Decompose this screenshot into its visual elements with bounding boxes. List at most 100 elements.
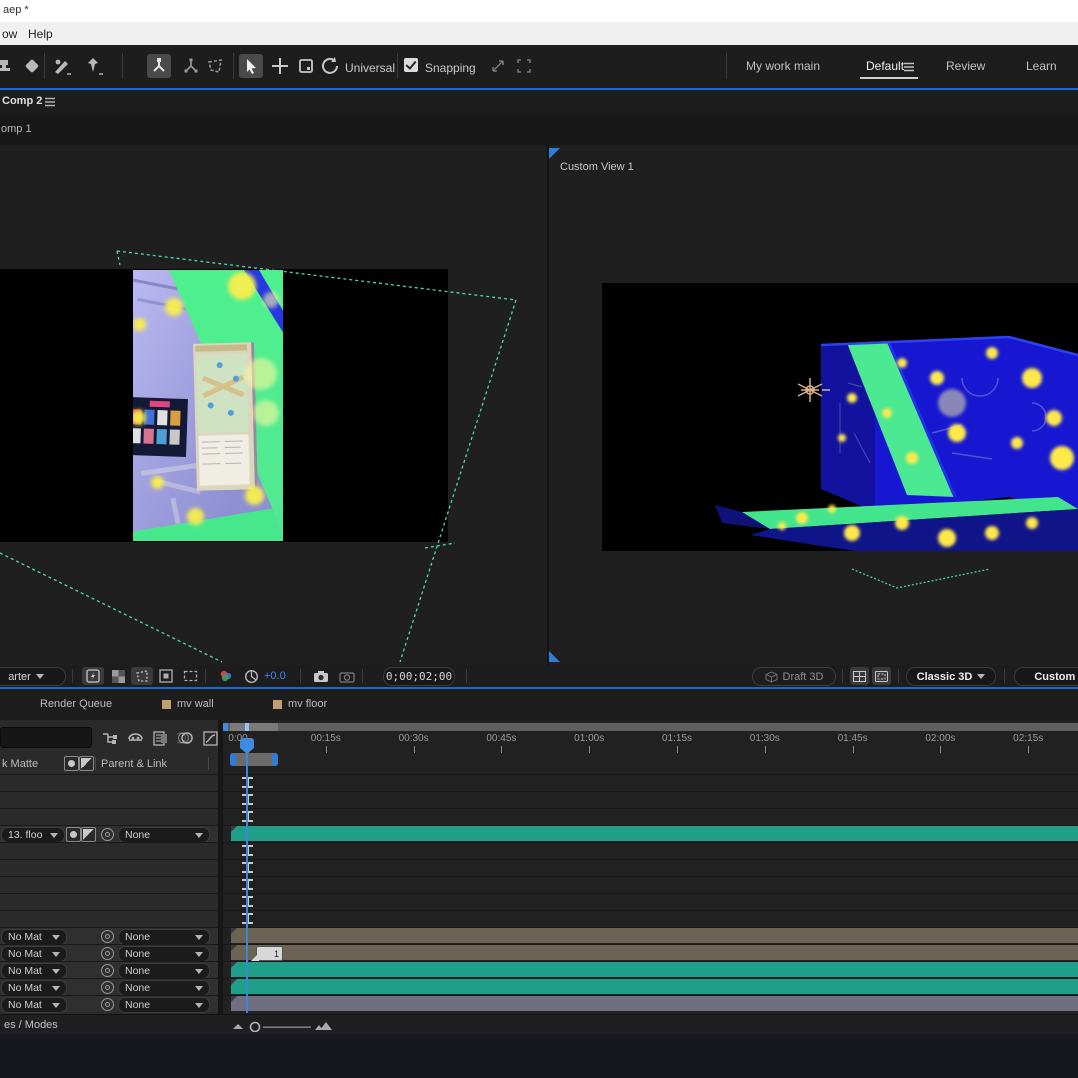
tab-mv-floor[interactable]: mv floor xyxy=(273,698,327,710)
alpha-matte-toggle-icon[interactable] xyxy=(64,756,79,771)
fast-previews-icon[interactable] xyxy=(82,667,104,685)
parent-dropdown[interactable]: None xyxy=(118,929,210,945)
parent-pickwhip-icon[interactable] xyxy=(101,930,114,943)
region-corners-icon[interactable] xyxy=(512,54,536,78)
track-matte-dropdown[interactable]: 13. floo xyxy=(1,827,65,843)
snapshot-camera-icon[interactable] xyxy=(310,667,332,685)
workspace-my-work-main[interactable]: My work main xyxy=(746,59,820,73)
snapping-label: Snapping xyxy=(425,61,476,75)
parent-pickwhip-icon[interactable] xyxy=(101,947,114,960)
view-layout-2up-icon[interactable] xyxy=(850,667,869,685)
parent-pickwhip-icon[interactable] xyxy=(101,998,114,1011)
track-matte-dropdown[interactable]: No Mat xyxy=(1,963,67,979)
renderer-dropdown[interactable]: Classic 3D xyxy=(906,667,996,686)
tab-comp-1[interactable]: omp 1 xyxy=(1,123,32,135)
ruler-label: 01:15s xyxy=(653,733,701,744)
tab-render-queue[interactable]: Render Queue xyxy=(40,698,112,710)
ruler-tick xyxy=(589,746,590,753)
comp-mini-flowchart-icon[interactable] xyxy=(100,730,118,746)
tab-mv-wall[interactable]: mv wall xyxy=(162,698,214,710)
track-matte-dropdown[interactable]: No Mat xyxy=(1,997,67,1013)
workspace-learn[interactable]: Learn xyxy=(1026,59,1057,73)
layer-marker-badge[interactable]: 1 xyxy=(256,946,283,961)
draft-3d-button[interactable]: Draft 3D xyxy=(752,667,836,686)
show-channel-icon[interactable] xyxy=(215,667,237,685)
show-snapshot-icon[interactable] xyxy=(336,667,358,685)
layer-duration-bar[interactable] xyxy=(231,996,1078,1011)
track-matte-dropdown[interactable]: No Mat xyxy=(1,929,67,945)
resolution-dropdown[interactable]: arter xyxy=(0,667,66,686)
layer-duration-bar[interactable] xyxy=(231,928,1078,943)
switches-modes-toggle[interactable]: es / Modes xyxy=(4,1019,58,1031)
snapping-checkbox[interactable] xyxy=(404,58,418,72)
zoom-arrows-icon[interactable] xyxy=(486,54,510,78)
roto-brush-tool-icon[interactable] xyxy=(50,54,74,78)
layer-duration-bar[interactable] xyxy=(231,945,1078,960)
alpha-matte-toggle-icon[interactable] xyxy=(66,827,81,842)
frame-blending-icon[interactable] xyxy=(151,730,169,746)
parent-pickwhip-icon[interactable] xyxy=(101,981,114,994)
timeline-zoom-slider[interactable] xyxy=(233,1021,333,1032)
poster-board xyxy=(133,397,188,457)
ruler-label: 02:15s xyxy=(1004,733,1052,744)
eraser-tool-icon[interactable] xyxy=(20,54,44,78)
parent-pickwhip-icon[interactable] xyxy=(101,964,114,977)
pan-behind-tool-icon[interactable] xyxy=(268,54,292,78)
region-of-interest-icon[interactable] xyxy=(131,667,153,685)
luma-matte-toggle-icon[interactable] xyxy=(81,827,96,842)
playhead-line[interactable] xyxy=(246,740,248,1013)
after-effects-window: aep * ow Help Univers xyxy=(0,0,1078,1078)
timeline-bottom-bar: es / Modes xyxy=(0,1014,1078,1035)
exposure-value[interactable]: +0.0 xyxy=(264,670,286,682)
layer-duration-bar[interactable] xyxy=(231,826,1078,841)
rotation-tool-icon[interactable] xyxy=(318,54,342,78)
crop-region-icon[interactable] xyxy=(179,667,201,685)
timecode-field[interactable]: 0;00;02;00 xyxy=(383,667,455,686)
mask-visibility-icon[interactable] xyxy=(155,667,177,685)
parent-dropdown[interactable]: None xyxy=(118,946,210,962)
workspace-default[interactable]: Default xyxy=(866,59,904,73)
panel-menu-icon[interactable] xyxy=(44,97,56,107)
local-axis-mode-icon[interactable] xyxy=(147,54,171,78)
track-matte-dropdown[interactable]: No Mat xyxy=(1,946,67,962)
ground-plane-icon[interactable] xyxy=(872,667,891,685)
work-area-bar[interactable] xyxy=(230,753,278,766)
world-axis-mode-icon[interactable] xyxy=(179,54,203,78)
puppet-pin-tool-icon[interactable] xyxy=(82,54,106,78)
clone-stamp-tool-icon[interactable] xyxy=(0,54,16,78)
workspace-menu-icon[interactable] xyxy=(903,62,915,72)
viewer-tab-row: omp 1 xyxy=(0,114,1078,145)
timeline-panel-tabs: Render Queue mv wall mv floor xyxy=(0,689,1078,720)
shy-layers-icon[interactable] xyxy=(126,730,144,746)
shape-tool-icon[interactable] xyxy=(294,54,318,78)
view-divider[interactable] xyxy=(547,145,549,665)
motion-blur-icon[interactable] xyxy=(176,730,194,746)
ruler-tick xyxy=(1028,746,1029,753)
luma-matte-toggle-icon[interactable] xyxy=(79,756,94,771)
view-layout-dropdown[interactable]: Custom V xyxy=(1014,667,1078,686)
parent-pickwhip-icon[interactable] xyxy=(101,828,114,841)
parent-dropdown[interactable]: None xyxy=(118,980,210,996)
parent-dropdown[interactable]: None xyxy=(118,963,210,979)
menu-window[interactable]: ow xyxy=(2,27,17,41)
parent-link-header: Parent & Link xyxy=(101,758,167,770)
selection-tool-icon[interactable] xyxy=(239,54,263,78)
layer-duration-bar[interactable] xyxy=(231,979,1078,994)
menu-help[interactable]: Help xyxy=(28,27,53,41)
view-label: Custom View 1 xyxy=(560,161,634,173)
ruler-label: 01:45s xyxy=(829,733,877,744)
tab-comp-2[interactable]: Comp 2 xyxy=(2,95,42,107)
parent-dropdown[interactable]: None xyxy=(118,827,210,843)
ruler-label: 00:30s xyxy=(390,733,438,744)
parent-dropdown[interactable]: None xyxy=(118,997,210,1013)
workspace-review[interactable]: Review xyxy=(946,59,985,73)
timeline-column-headers: k Matte Parent & Link xyxy=(0,755,218,772)
timeline-navigator-strip[interactable] xyxy=(223,723,1078,731)
timeline-search-input[interactable] xyxy=(0,727,92,748)
layer-duration-bar[interactable] xyxy=(231,962,1078,977)
exposure-icon[interactable] xyxy=(240,667,262,685)
playhead-handle[interactable] xyxy=(240,738,254,748)
track-matte-dropdown[interactable]: No Mat xyxy=(1,980,67,996)
view-axis-mode-icon[interactable] xyxy=(203,54,227,78)
transparency-grid-icon[interactable] xyxy=(107,667,129,685)
